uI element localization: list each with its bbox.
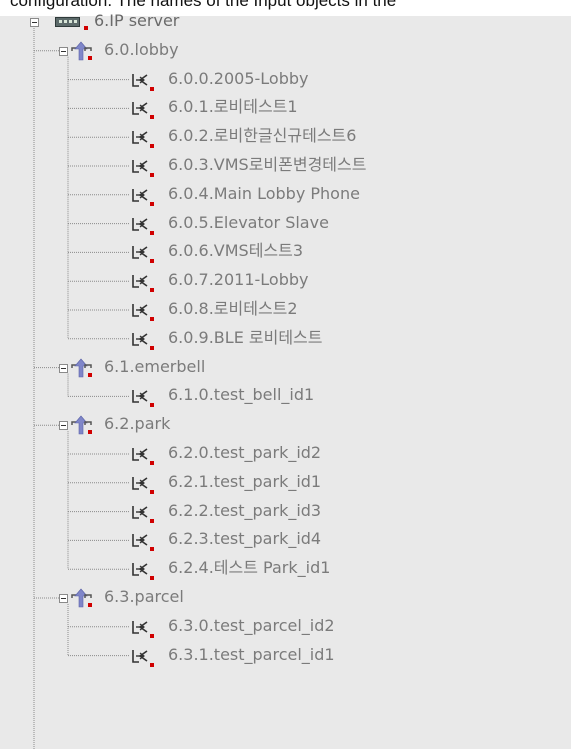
tree-item[interactable]: 6.3.0.test_parcel_id2: [168, 616, 335, 636]
status-marker: [150, 518, 154, 523]
status-marker: [88, 430, 92, 435]
status-marker: [150, 259, 154, 264]
input-object-icon: [132, 620, 148, 634]
tree-item[interactable]: 6.0.0.2005-Lobby: [168, 69, 309, 89]
status-marker: [150, 230, 154, 235]
group-expander-0[interactable]: [59, 46, 68, 56]
input-object-icon: [132, 131, 148, 144]
input-object-icon: [132, 188, 148, 202]
tree-item[interactable]: 6.0.3.VMS로비폰변경테스트: [168, 155, 366, 175]
input-object-icon: [132, 332, 148, 346]
status-marker: [150, 489, 154, 494]
status-marker: [150, 201, 154, 206]
input-object-icon: [132, 390, 148, 404]
status-marker: [150, 115, 154, 120]
tree-item[interactable]: 6.2.4.테스트 Park_id1: [168, 558, 330, 578]
input-object-icon: [132, 304, 148, 317]
input-object-icon: [132, 246, 148, 260]
tree-item[interactable]: 6.0.7.2011-Lobby: [168, 270, 309, 290]
tree-item[interactable]: 6.0.9.BLE 로비테스트: [168, 328, 322, 348]
tree-item[interactable]: 6.0.2.로비한글신규테스트6: [168, 126, 356, 146]
input-object-icon: [132, 160, 148, 173]
group-expander-3[interactable]: [59, 594, 68, 603]
status-marker: [150, 403, 154, 408]
input-object-icon: [132, 649, 148, 663]
tree-item[interactable]: 6.0.5.Elevator Slave: [168, 213, 329, 233]
status-marker: [150, 633, 154, 638]
root-expander[interactable]: [30, 18, 39, 27]
status-marker: [150, 662, 154, 667]
status-marker: [150, 461, 154, 465]
tree-item[interactable]: 6.0.8.로비테스트2: [168, 299, 298, 319]
input-object-icon: [132, 505, 148, 519]
ip-server-icon: [55, 17, 80, 27]
status-marker: [150, 345, 154, 350]
status-marker: [150, 317, 154, 321]
status-marker: [150, 547, 154, 552]
tree-item[interactable]: 6.0.4.Main Lobby Phone: [168, 184, 360, 204]
tree-item[interactable]: 6.2.1.test_park_id1: [168, 472, 321, 492]
input-object-icon: [132, 563, 148, 576]
status-marker: [150, 288, 154, 293]
group-expander-2[interactable]: [59, 421, 68, 431]
input-object-icon: [132, 534, 148, 548]
group-expander-1[interactable]: [59, 363, 68, 373]
input-object-icon: [132, 102, 148, 116]
status-marker: [88, 603, 92, 607]
status-marker: [84, 26, 88, 30]
tree-item[interactable]: 6.2.2.test_park_id3: [168, 501, 321, 521]
input-object-icon: [132, 73, 148, 87]
input-object-icon: [132, 217, 148, 231]
tree-item[interactable]: 6.0.1.로비테스트1: [168, 97, 298, 117]
tree-group-0[interactable]: 6.0.lobby: [104, 40, 179, 60]
status-marker: [150, 173, 154, 177]
tree-item[interactable]: 6.3.1.test_parcel_id1: [168, 645, 335, 665]
status-marker: [88, 55, 92, 60]
tree-item[interactable]: 6.2.3.test_park_id4: [168, 529, 321, 549]
input-object-icon: [132, 476, 148, 490]
tree-group-1[interactable]: 6.1.emerbell: [104, 357, 205, 377]
tree-item[interactable]: 6.2.0.test_park_id2: [168, 443, 321, 463]
input-object-icon: [132, 448, 148, 461]
status-marker: [150, 86, 154, 91]
tree-group-3[interactable]: 6.3.parcel: [104, 587, 184, 607]
tree-group-2[interactable]: 6.2.park: [104, 414, 170, 434]
input-object-icon: [132, 275, 148, 288]
tree-item[interactable]: 6.1.0.test_bell_id1: [168, 385, 314, 405]
tree-item[interactable]: 6.0.6.VMS테스트3: [168, 241, 303, 261]
status-marker: [88, 372, 92, 377]
status-marker: [150, 576, 154, 581]
tree-node-root[interactable]: 6.IP server: [94, 11, 179, 31]
status-marker: [150, 144, 154, 149]
